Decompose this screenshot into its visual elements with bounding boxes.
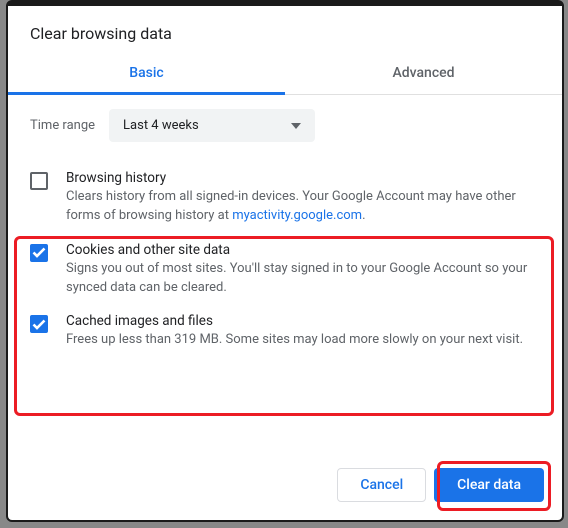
option-cache: Cached images and files Frees up less th…: [30, 307, 544, 360]
option-title: Browsing history: [66, 170, 544, 186]
checkbox-browsing-history[interactable]: [30, 172, 48, 190]
option-text: Browsing history Clears history from all…: [66, 170, 544, 226]
tab-basic[interactable]: Basic: [8, 53, 285, 94]
time-range-row: Time range Last 4 weeks: [30, 109, 544, 142]
dialog-content: Time range Last 4 weeks Browsing history…: [8, 95, 562, 454]
time-range-label: Time range: [30, 118, 95, 133]
clear-data-button[interactable]: Clear data: [434, 468, 544, 502]
option-desc: Frees up less than 319 MB. Some sites ma…: [66, 331, 544, 350]
dialog-footer: Cancel Clear data: [8, 454, 562, 520]
clear-browsing-data-dialog: Clear browsing data Basic Advanced Time …: [6, 0, 564, 522]
dialog-title: Clear browsing data: [8, 6, 562, 53]
option-text: Cached images and files Frees up less th…: [66, 313, 544, 350]
option-title: Cookies and other site data: [66, 242, 544, 258]
option-cookies: Cookies and other site data Signs you ou…: [30, 236, 544, 308]
option-desc: Signs you out of most sites. You'll stay…: [66, 260, 544, 298]
option-desc: Clears history from all signed-in device…: [66, 188, 544, 226]
option-browsing-history: Browsing history Clears history from all…: [30, 164, 544, 236]
tab-bar: Basic Advanced: [8, 53, 562, 95]
tab-advanced[interactable]: Advanced: [285, 53, 562, 94]
chevron-down-icon: [291, 118, 301, 133]
time-range-value: Last 4 weeks: [123, 118, 199, 133]
option-title: Cached images and files: [66, 313, 544, 329]
checkbox-cache[interactable]: [30, 315, 48, 333]
myactivity-link[interactable]: myactivity.google.com: [232, 208, 362, 223]
cancel-button[interactable]: Cancel: [337, 468, 426, 502]
time-range-select[interactable]: Last 4 weeks: [109, 109, 315, 142]
option-text: Cookies and other site data Signs you ou…: [66, 242, 544, 298]
checkbox-cookies[interactable]: [30, 244, 48, 262]
